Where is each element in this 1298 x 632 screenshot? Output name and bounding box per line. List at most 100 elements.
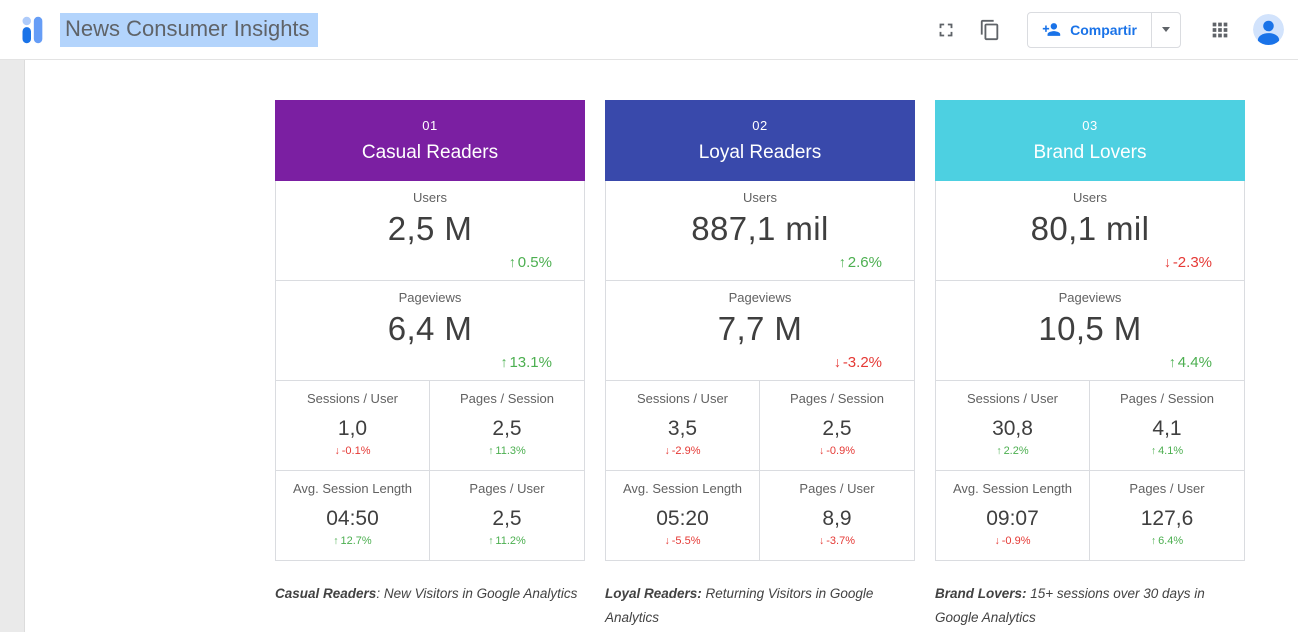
metric-value: 2,5	[430, 507, 584, 531]
sessions-per-user-cell[interactable]: Sessions / User 1,0 ↓-0.1%	[276, 381, 430, 471]
trend-arrow-icon: ↑	[488, 536, 493, 547]
pageviews-scorecard[interactable]: Pageviews 10,5 M ↑4.4%	[936, 281, 1244, 381]
metric-value: 05:20	[606, 507, 759, 531]
trend-arrow-icon: ↓	[335, 446, 340, 457]
caret-down-icon	[1162, 27, 1170, 32]
metric-value: 04:50	[276, 507, 429, 531]
pages-per-user-cell[interactable]: Pages / User 127,6 ↑6.4%	[1090, 471, 1244, 561]
metric-value: 30,8	[936, 417, 1089, 441]
trend-arrow-icon: ↓	[819, 536, 824, 547]
metric-value: 2,5	[430, 417, 584, 441]
segment-header[interactable]: 02 Loyal Readers	[605, 100, 915, 181]
segment-footnote: Casual Readers: New Visitors in Google A…	[275, 582, 580, 606]
trend-arrow-icon: ↑	[488, 446, 493, 457]
metric-value: 2,5 M	[276, 210, 584, 248]
delta-badge: ↓-0.1%	[276, 445, 429, 457]
delta-badge: ↑2.2%	[936, 445, 1089, 457]
segment-footnote: Loyal Readers: Returning Visitors in Goo…	[605, 582, 910, 630]
pages-per-session-cell[interactable]: Pages / Session 2,5 ↑11.3%	[430, 381, 584, 471]
segment-scorecards: Users 80,1 mil ↓-2.3% Pageviews 10,5 M ↑…	[935, 181, 1245, 561]
delta-badge: ↓-2.3%	[1164, 254, 1212, 271]
metric-label: Avg. Session Length	[606, 481, 759, 496]
footnote-label: Casual Readers	[275, 586, 376, 601]
segment-card-brand-lovers: 03 Brand Lovers Users 80,1 mil ↓-2.3% Pa…	[935, 100, 1245, 561]
data-studio-logo-icon[interactable]	[14, 13, 48, 47]
delta-badge: ↓-3.2%	[834, 354, 882, 371]
trend-arrow-icon: ↑	[839, 255, 846, 271]
delta-badge: ↑12.7%	[276, 535, 429, 547]
share-button[interactable]: Compartir	[1028, 13, 1152, 47]
segment-header[interactable]: 03 Brand Lovers	[935, 100, 1245, 181]
segment-name: Loyal Readers	[699, 142, 822, 164]
apps-grid-button[interactable]	[1201, 11, 1239, 49]
metric-label: Pages / User	[760, 481, 914, 496]
copy-pages-button[interactable]	[971, 11, 1009, 49]
metric-value: 127,6	[1090, 507, 1244, 531]
metric-value: 6,4 M	[276, 310, 584, 348]
share-label: Compartir	[1070, 22, 1137, 38]
delta-badge: ↑4.1%	[1090, 445, 1244, 457]
sessions-per-user-cell[interactable]: Sessions / User 3,5 ↓-2.9%	[606, 381, 760, 471]
metric-value: 10,5 M	[936, 310, 1244, 348]
metric-value: 4,1	[1090, 417, 1244, 441]
trend-arrow-icon: ↑	[509, 255, 516, 271]
segment-number: 03	[1082, 118, 1097, 133]
trend-arrow-icon: ↓	[665, 446, 670, 457]
users-scorecard[interactable]: Users 887,1 mil ↑2.6%	[606, 181, 914, 281]
trend-arrow-icon: ↓	[834, 355, 841, 371]
trend-arrow-icon: ↑	[1151, 536, 1156, 547]
trend-arrow-icon: ↓	[1164, 255, 1171, 271]
users-scorecard[interactable]: Users 2,5 M ↑0.5%	[276, 181, 584, 281]
delta-badge: ↓-3.7%	[760, 535, 914, 547]
metric-value: 1,0	[276, 417, 429, 441]
metric-label: Pageviews	[606, 281, 914, 305]
person-add-icon	[1042, 20, 1061, 39]
metric-label: Users	[276, 181, 584, 205]
users-scorecard[interactable]: Users 80,1 mil ↓-2.3%	[936, 181, 1244, 281]
delta-badge: ↑4.4%	[1169, 354, 1212, 371]
metric-grid: Sessions / User 1,0 ↓-0.1% Pages / Sessi…	[276, 381, 584, 561]
metric-value: 887,1 mil	[606, 210, 914, 248]
pages-per-user-cell[interactable]: Pages / User 2,5 ↑11.2%	[430, 471, 584, 561]
metric-value: 2,5	[760, 417, 914, 441]
avg-session-length-cell[interactable]: Avg. Session Length 05:20 ↓-5.5%	[606, 471, 760, 561]
pages-per-session-cell[interactable]: Pages / Session 4,1 ↑4.1%	[1090, 381, 1244, 471]
metric-value: 8,9	[760, 507, 914, 531]
segment-name: Brand Lovers	[1033, 142, 1146, 164]
metric-grid: Sessions / User 3,5 ↓-2.9% Pages / Sessi…	[606, 381, 914, 561]
footnote-label: Loyal Readers:	[605, 586, 702, 601]
share-button-group: Compartir	[1027, 12, 1181, 48]
delta-badge: ↓-5.5%	[606, 535, 759, 547]
segment-header[interactable]: 01 Casual Readers	[275, 100, 585, 181]
trend-arrow-icon: ↑	[333, 536, 338, 547]
delta-badge: ↑2.6%	[839, 254, 882, 271]
segment-name: Casual Readers	[362, 142, 498, 164]
report-title[interactable]: News Consumer Insights	[60, 13, 318, 47]
trend-arrow-icon: ↑	[1151, 446, 1156, 457]
delta-badge: ↑0.5%	[509, 254, 552, 271]
metric-label: Pages / Session	[1090, 391, 1244, 406]
metric-label: Avg. Session Length	[276, 481, 429, 496]
pageviews-scorecard[interactable]: Pageviews 6,4 M ↑13.1%	[276, 281, 584, 381]
metric-label: Pages / User	[430, 481, 584, 496]
metric-value: 09:07	[936, 507, 1089, 531]
sessions-per-user-cell[interactable]: Sessions / User 30,8 ↑2.2%	[936, 381, 1090, 471]
avatar-person-icon	[1253, 14, 1284, 45]
avg-session-length-cell[interactable]: Avg. Session Length 04:50 ↑12.7%	[276, 471, 430, 561]
metric-label: Pageviews	[936, 281, 1244, 305]
footnote-text: : New Visitors in Google Analytics	[376, 586, 577, 601]
trend-arrow-icon: ↑	[1169, 355, 1176, 371]
share-dropdown-button[interactable]	[1152, 13, 1180, 47]
metric-label: Pageviews	[276, 281, 584, 305]
metric-grid: Sessions / User 30,8 ↑2.2% Pages / Sessi…	[936, 381, 1244, 561]
metric-label: Avg. Session Length	[936, 481, 1089, 496]
pageviews-scorecard[interactable]: Pageviews 7,7 M ↓-3.2%	[606, 281, 914, 381]
pages-per-session-cell[interactable]: Pages / Session 2,5 ↓-0.9%	[760, 381, 914, 471]
user-avatar[interactable]	[1253, 14, 1284, 45]
pages-per-user-cell[interactable]: Pages / User 8,9 ↓-3.7%	[760, 471, 914, 561]
segment-card-casual-readers: 01 Casual Readers Users 2,5 M ↑0.5% Page…	[275, 100, 585, 561]
trend-arrow-icon: ↓	[819, 446, 824, 457]
avg-session-length-cell[interactable]: Avg. Session Length 09:07 ↓-0.9%	[936, 471, 1090, 561]
segment-card-loyal-readers: 02 Loyal Readers Users 887,1 mil ↑2.6% P…	[605, 100, 915, 561]
fullscreen-button[interactable]	[927, 11, 965, 49]
